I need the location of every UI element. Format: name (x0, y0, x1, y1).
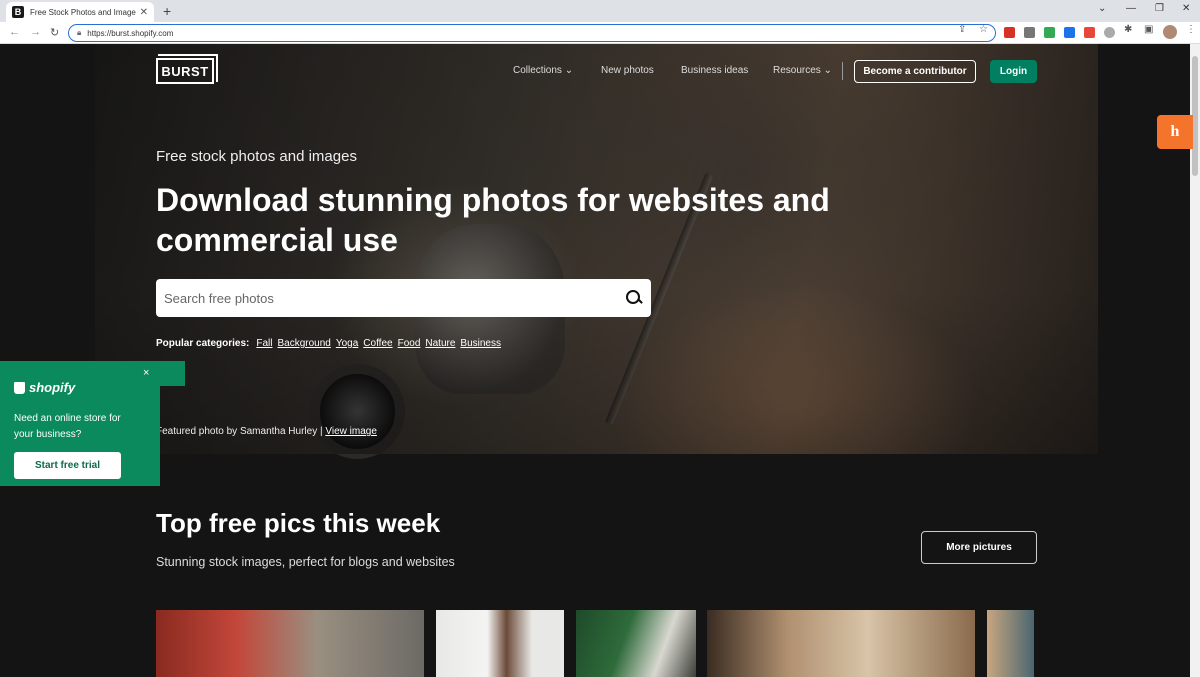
nav-divider (842, 62, 843, 80)
minimize-icon[interactable]: — (1126, 3, 1136, 14)
start-free-trial-button[interactable]: Start free trial (14, 452, 121, 479)
search-icon[interactable] (625, 289, 643, 307)
nav-resources[interactable]: Resources ⌄ (773, 65, 832, 76)
extension-icon[interactable] (1084, 27, 1095, 38)
category-link-business[interactable]: Business (460, 338, 501, 349)
photo-credit: Featured photo by Samantha Hurley | View… (156, 426, 377, 437)
browser-toolbar: ← → ↻ 🔒︎ https://burst.shopify.com ⇪ ☆ ✱… (0, 22, 1200, 44)
shopping-bag-icon (14, 381, 25, 394)
restore-icon[interactable]: ❐ (1155, 3, 1164, 14)
extension-icon[interactable] (1024, 27, 1035, 38)
nav-new-photos[interactable]: New photos (601, 65, 654, 76)
extension-icon[interactable] (1044, 27, 1055, 38)
category-link-yoga[interactable]: Yoga (336, 338, 358, 349)
search-bar (156, 279, 651, 317)
tab-title: Free Stock Photos and Images for (30, 7, 136, 17)
popular-categories: Popular categories: Fall Background Yoga… (156, 338, 501, 349)
shopify-logo: shopify (14, 380, 75, 395)
extension-icon[interactable] (1104, 27, 1115, 38)
photo-thumbnail[interactable] (156, 610, 424, 677)
category-link-food[interactable]: Food (398, 338, 421, 349)
tab-favicon: B (12, 6, 24, 18)
login-button[interactable]: Login (990, 60, 1037, 83)
lock-icon: 🔒︎ (77, 28, 82, 37)
tab-search-icon[interactable]: ⌄ (1098, 3, 1106, 14)
avatar[interactable] (1163, 25, 1177, 39)
shopify-promo-popup: × shopify Need an online store for your … (0, 361, 185, 486)
become-contributor-button[interactable]: Become a contributor (854, 60, 976, 83)
photo-thumbnail[interactable] (576, 610, 696, 677)
photo-thumbnail[interactable] (436, 610, 564, 677)
more-pictures-button[interactable]: More pictures (921, 531, 1037, 564)
reload-icon[interactable]: ↻ (50, 26, 59, 39)
burst-logo[interactable]: BURST (156, 54, 218, 84)
hero-kicker: Free stock photos and images (156, 148, 357, 165)
category-link-nature[interactable]: Nature (425, 338, 455, 349)
extension-icon[interactable] (1064, 27, 1075, 38)
back-icon[interactable]: ← (9, 26, 20, 38)
category-link-fall[interactable]: Fall (256, 338, 272, 349)
photo-thumbnail[interactable] (987, 610, 1034, 677)
search-input[interactable] (164, 290, 625, 306)
popup-close-icon[interactable]: × (143, 367, 149, 379)
bookmark-star-icon[interactable]: ☆ (979, 24, 988, 35)
nav-business-ideas[interactable]: Business ideas (681, 65, 748, 76)
popup-text: Need an online store for your business? (14, 413, 121, 440)
menu-icon[interactable]: ⋮ (1186, 24, 1196, 35)
share-icon[interactable]: ⇪ (958, 24, 966, 35)
browser-tab[interactable]: B Free Stock Photos and Images for ✕ (6, 2, 154, 22)
hero-headline: Download stunning photos for websites an… (156, 182, 830, 258)
view-image-link[interactable]: View image (325, 426, 377, 437)
gmail-extension-icon[interactable] (1004, 27, 1015, 38)
new-tab-icon[interactable]: + (163, 3, 171, 19)
section-title: Top free pics this week (156, 508, 441, 538)
tab-close-icon[interactable]: ✕ (140, 7, 148, 18)
close-window-icon[interactable]: ✕ (1182, 3, 1190, 14)
url-text: https://burst.shopify.com (87, 28, 174, 38)
puzzle-icon[interactable]: ✱ (1124, 24, 1132, 35)
forward-icon[interactable]: → (30, 26, 41, 38)
photo-thumbnail[interactable] (707, 610, 975, 677)
tab-strip: B Free Stock Photos and Images for ✕ + ⌄… (0, 0, 1200, 22)
category-link-coffee[interactable]: Coffee (363, 338, 392, 349)
side-panel-icon[interactable]: ▣ (1144, 24, 1153, 35)
section-subtitle: Stunning stock images, perfect for blogs… (156, 555, 455, 569)
category-link-background[interactable]: Background (277, 338, 330, 349)
popular-label: Popular categories: (156, 338, 250, 349)
nav-collections[interactable]: Collections ⌄ (513, 65, 573, 76)
honey-extension-icon[interactable]: h (1157, 115, 1193, 149)
address-bar[interactable]: 🔒︎ https://burst.shopify.com (68, 24, 996, 42)
